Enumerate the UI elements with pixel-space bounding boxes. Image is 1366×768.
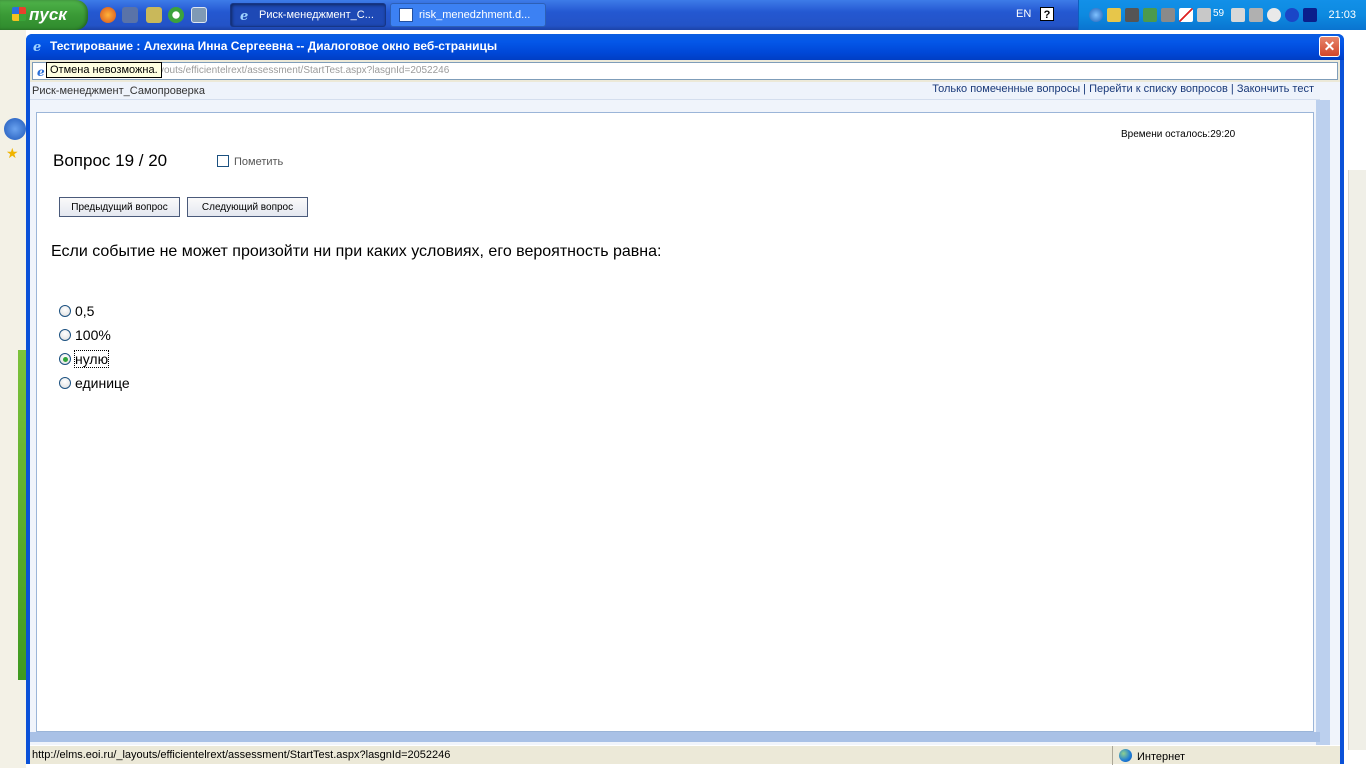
mark-question[interactable]: Пометить xyxy=(217,155,283,168)
help-icon[interactable]: ? xyxy=(1040,7,1054,21)
network-icon[interactable] xyxy=(1089,8,1103,22)
taskbar-item-word-document[interactable]: risk_menedzhment.d... xyxy=(390,3,546,27)
answer-option[interactable]: нулю xyxy=(59,350,110,368)
clock-app-icon[interactable] xyxy=(1267,8,1281,22)
radio-button[interactable] xyxy=(59,377,71,389)
volume-mixer-icon[interactable] xyxy=(1197,8,1211,22)
save-icon[interactable] xyxy=(122,7,138,23)
time-remaining: Времени осталось:29:20 xyxy=(1121,129,1236,140)
globe-icon xyxy=(1119,749,1132,762)
program-icon[interactable] xyxy=(146,7,162,23)
security-zone: Интернет xyxy=(1112,746,1185,765)
tooltip: Отмена невозможна. xyxy=(46,62,162,78)
option-label[interactable]: единице xyxy=(75,375,130,391)
dialog-titlebar[interactable]: e Тестирование : Алехина Инна Сергеевна … xyxy=(26,34,1344,60)
close-button[interactable]: ✕ xyxy=(1319,36,1340,57)
svg-text:e: e xyxy=(33,40,41,53)
address-text: youts/efficientelrext/assessment/StartTe… xyxy=(159,65,450,76)
next-question-button[interactable]: Следующий вопрос xyxy=(187,197,308,217)
answer-option[interactable]: 100% xyxy=(59,327,111,343)
mark-checkbox[interactable] xyxy=(217,155,229,167)
address-field[interactable]: e youts/efficientelrext/assessment/Start… xyxy=(32,62,1338,80)
dialog-window: e Тестирование : Алехина Инна Сергеевна … xyxy=(26,34,1344,765)
bluetooth-icon[interactable] xyxy=(1285,8,1299,22)
start-button[interactable]: пуск xyxy=(0,0,88,30)
tray-square-icon[interactable] xyxy=(1303,8,1317,22)
top-navigation: Риск-менеджмент_Самопроверка Только поме… xyxy=(30,82,1320,100)
clock[interactable]: 21:03 xyxy=(1328,9,1356,21)
option-label[interactable]: 100% xyxy=(75,327,111,343)
back-arrow-icon[interactable] xyxy=(4,118,26,140)
option-label[interactable]: нулю xyxy=(73,350,110,368)
answer-option[interactable]: единице xyxy=(59,375,130,391)
radio-button[interactable] xyxy=(59,305,71,317)
firefox-icon[interactable] xyxy=(100,7,116,23)
radio-button[interactable] xyxy=(59,329,71,341)
question-frame: Времени осталось:29:20 Вопрос 19 / 20 По… xyxy=(36,112,1314,732)
system-tray: 59 21:03 xyxy=(1078,0,1366,30)
frame-right-border xyxy=(1316,100,1330,760)
status-url: http://elms.eoi.ru/_layouts/efficientelr… xyxy=(32,749,451,761)
tray-number[interactable]: 59 xyxy=(1213,8,1224,19)
link-question-list[interactable]: Перейти к списку вопросов xyxy=(1089,83,1228,95)
disconnected-icon[interactable] xyxy=(1179,8,1193,22)
monitor-icon[interactable] xyxy=(1161,8,1175,22)
svg-text:e: e xyxy=(240,9,248,22)
desktop-icon[interactable] xyxy=(191,7,207,23)
previous-question-button[interactable]: Предыдущий вопрос xyxy=(59,197,180,217)
option-label[interactable]: 0,5 xyxy=(75,303,94,319)
ie-icon: e xyxy=(239,8,253,24)
answer-option[interactable]: 0,5 xyxy=(59,303,94,319)
svg-text:e: e xyxy=(37,65,45,77)
windows-logo-icon xyxy=(12,7,26,21)
folder-icon[interactable] xyxy=(1107,8,1121,22)
breadcrumb: Риск-менеджмент_Самопроверка xyxy=(32,85,205,97)
speaker-icon[interactable] xyxy=(1231,8,1245,22)
favorites-star-icon[interactable]: ★ xyxy=(6,146,20,160)
utorrent-icon[interactable] xyxy=(168,7,184,23)
ie-icon: e xyxy=(32,39,46,55)
nav-links: Только помеченные вопросы | Перейти к сп… xyxy=(932,83,1314,95)
question-number: Вопрос 19 / 20 xyxy=(53,151,168,170)
question-text: Если событие не может произойти ни при к… xyxy=(51,243,662,260)
status-bar: http://elms.eoi.ru/_layouts/efficientelr… xyxy=(30,745,1340,765)
address-bar: e youts/efficientelrext/assessment/Start… xyxy=(30,60,1340,82)
radio-button-selected[interactable] xyxy=(59,353,71,365)
security-icon[interactable] xyxy=(1143,8,1157,22)
link-marked-questions[interactable]: Только помеченные вопросы xyxy=(932,83,1080,95)
tray-app-icon[interactable] xyxy=(1249,8,1263,22)
background-window-left-edge: ★ xyxy=(0,30,26,768)
link-finish-test[interactable]: Закончить тест xyxy=(1237,83,1314,95)
language-indicator[interactable]: EN xyxy=(1016,8,1031,20)
link-separator: | xyxy=(1080,83,1090,95)
frame-bottom-border xyxy=(30,732,1320,742)
taskbar: пуск e Риск-менеджмент_С... risk_menedzh… xyxy=(0,0,1366,30)
background-green-bar xyxy=(18,350,26,680)
mark-label: Пометить xyxy=(234,156,284,168)
link-separator: | xyxy=(1227,83,1237,95)
word-document-icon xyxy=(399,8,413,22)
dialog-title: Тестирование : Алехина Инна Сергеевна --… xyxy=(50,39,498,53)
dialog-body: Риск-менеджмент_Самопроверка Только поме… xyxy=(30,82,1340,765)
taskbar-item-risk-management[interactable]: e Риск-менеджмент_С... xyxy=(230,3,386,27)
app-tray-icon[interactable] xyxy=(1125,8,1139,22)
background-scrollbar[interactable] xyxy=(1348,170,1366,750)
